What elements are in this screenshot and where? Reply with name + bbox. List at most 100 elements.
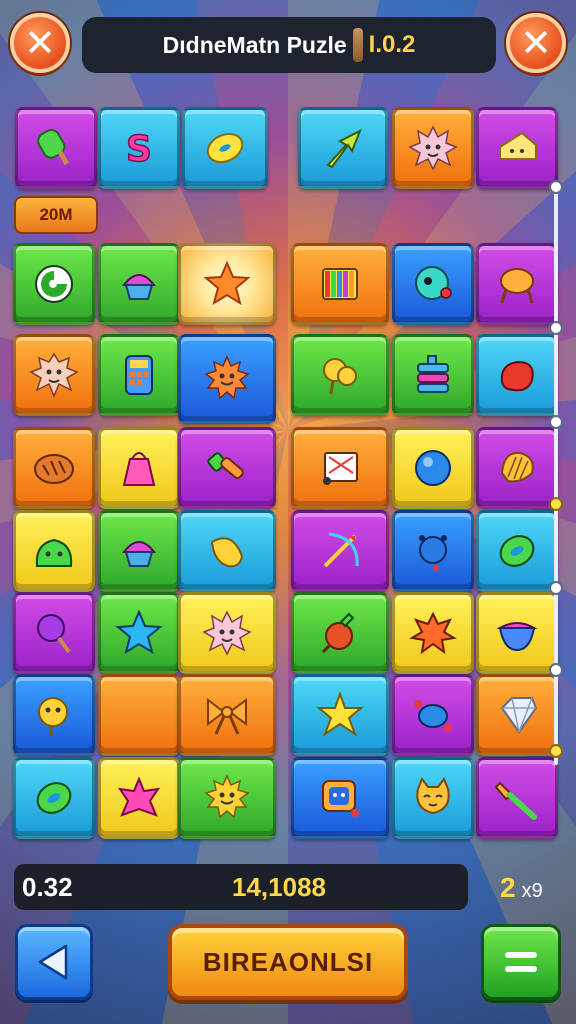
tile-starfish[interactable]: [291, 674, 389, 756]
tile-book-stack[interactable]: [291, 243, 389, 325]
shell-icon: [500, 451, 534, 483]
tomato-icon: [321, 612, 355, 654]
timer-value: 0.32: [22, 872, 73, 902]
tile-fork[interactable]: [476, 757, 558, 839]
spiky-face-icon: [202, 610, 252, 656]
tile-beetle[interactable]: [392, 510, 474, 592]
tile-dollar[interactable]: S: [98, 107, 180, 189]
progress-track[interactable]: [549, 180, 563, 765]
starfish-icon: [316, 691, 364, 737]
tile-starfish-2[interactable]: [98, 757, 180, 839]
tile-diamond[interactable]: [476, 674, 558, 756]
tile-cupcake-2[interactable]: [98, 510, 180, 592]
spiky-face-icon: [408, 125, 458, 171]
tile-bow[interactable]: [178, 674, 276, 756]
beetle-icon: [419, 535, 447, 571]
tile-cupcake[interactable]: [98, 243, 180, 325]
tile-empty[interactable]: [98, 674, 180, 756]
tile-spiky-face-2[interactable]: [178, 592, 276, 674]
track-knob[interactable]: [549, 663, 563, 677]
tile-splat[interactable]: [392, 592, 474, 674]
tile-cat-face[interactable]: [392, 757, 474, 839]
tile-sun-face-3[interactable]: [178, 757, 276, 839]
tile-crab[interactable]: [392, 674, 474, 756]
track-knob[interactable]: [549, 321, 563, 335]
sun-face-icon: [38, 697, 68, 736]
book-stack-icon: [322, 268, 358, 300]
tile-spiky-face[interactable]: [392, 107, 474, 189]
track-knob[interactable]: [549, 180, 563, 194]
tile-ring-2[interactable]: [13, 757, 95, 839]
tile-robot-face[interactable]: [392, 243, 474, 325]
tile-balloon-heart[interactable]: [291, 334, 389, 416]
svg-text:S: S: [126, 129, 152, 170]
cupcake-icon: [121, 541, 157, 567]
tile-jelly[interactable]: [476, 334, 558, 416]
tile-popsicle[interactable]: [15, 107, 97, 189]
lollipop-icon: [37, 614, 71, 654]
equals-icon: [505, 952, 537, 972]
tile-ring[interactable]: [476, 510, 558, 592]
bread-icon: [34, 454, 74, 484]
track-knob[interactable]: [549, 744, 563, 758]
score-bar: 0.32 14,1088: [14, 864, 468, 910]
tile-gift-bag[interactable]: [98, 427, 180, 509]
tile-shell[interactable]: [476, 427, 558, 509]
close-icon: ✕: [520, 21, 552, 65]
tile-battery[interactable]: [392, 334, 474, 416]
close-button-left[interactable]: ✕: [10, 13, 70, 73]
title-bar: DıdneMatn Puzle I.0.2: [82, 17, 496, 73]
multiplier-suffix: x9: [521, 880, 543, 902]
menu-button[interactable]: [481, 924, 561, 1000]
balloon-heart-icon: [323, 358, 357, 395]
tile-sun-face[interactable]: [178, 334, 276, 424]
tile-bow-arrow[interactable]: [291, 510, 389, 592]
main-action-button[interactable]: BIREAONLSI: [168, 924, 408, 1000]
tile-donut[interactable]: [182, 107, 268, 189]
tile-slime[interactable]: [13, 510, 95, 592]
track-knob[interactable]: [549, 497, 563, 511]
tile-drum[interactable]: [476, 243, 558, 325]
ring-icon: [499, 535, 535, 567]
tile-arrow-plant[interactable]: [298, 107, 388, 189]
track-knob[interactable]: [549, 581, 563, 595]
close-button-right[interactable]: ✕: [506, 13, 566, 73]
tile-star[interactable]: [178, 243, 276, 325]
tile-bread[interactable]: [13, 427, 95, 509]
tile-cheese[interactable]: [476, 107, 558, 189]
tile-sun-face-2[interactable]: [13, 674, 95, 756]
slime-icon: [35, 538, 73, 567]
lemon-icon: [210, 537, 244, 568]
multiplier: 2 x9: [500, 872, 543, 904]
tile-music-sheet[interactable]: [291, 427, 389, 509]
robot-face-icon: [415, 266, 452, 300]
tile-star-2[interactable]: [98, 592, 180, 674]
close-icon: ✕: [24, 21, 56, 65]
tile-lollipop[interactable]: [13, 592, 95, 674]
frame-monster-icon: [322, 780, 359, 817]
splat-icon: [409, 611, 457, 655]
star-icon: [203, 260, 251, 306]
tile-bowl[interactable]: [476, 592, 558, 674]
diamond-icon: [500, 697, 538, 734]
sun-face-icon: [204, 774, 250, 819]
tile-tomato[interactable]: [291, 592, 389, 674]
tile-frame-monster[interactable]: [291, 757, 389, 839]
tile-swirl[interactable]: [13, 243, 95, 325]
jelly-icon: [500, 360, 534, 392]
version-label: I.0.2: [368, 31, 416, 58]
calculator-icon: [125, 355, 153, 395]
tile-lion-face[interactable]: [13, 334, 95, 416]
donut-icon: [206, 132, 244, 164]
back-button[interactable]: [15, 924, 93, 1000]
tile-hammer[interactable]: [178, 427, 276, 509]
play-left-icon: [38, 944, 68, 980]
tile-ball[interactable]: [392, 427, 474, 509]
swirl-icon: [35, 265, 73, 303]
arrow-plant-icon: [326, 128, 362, 169]
bow-arrow-icon: [323, 532, 359, 568]
tile-calculator[interactable]: [98, 334, 180, 416]
crab-icon: [414, 700, 452, 732]
track-knob[interactable]: [549, 415, 563, 429]
tile-lemon[interactable]: [178, 510, 276, 592]
